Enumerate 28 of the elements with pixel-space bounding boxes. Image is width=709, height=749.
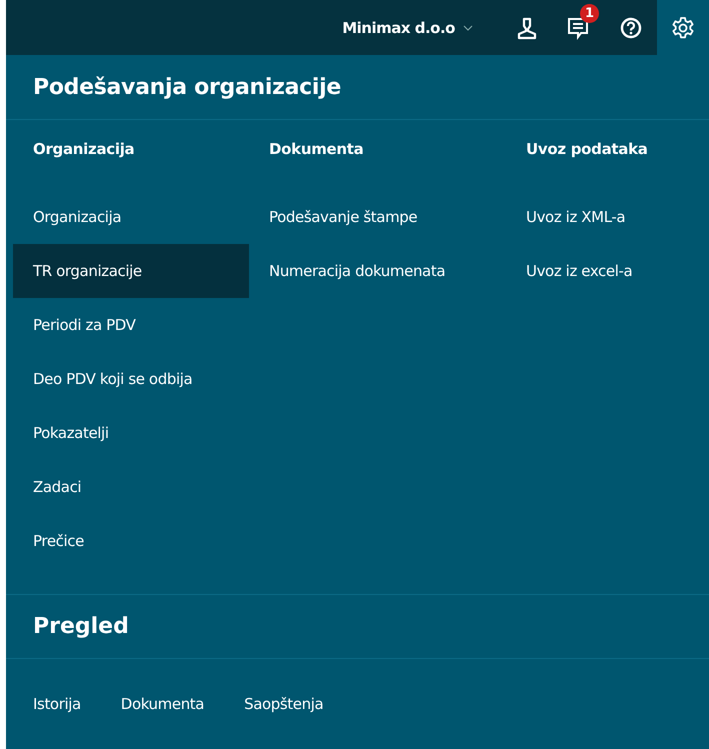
- menu-item[interactable]: Prečice: [13, 514, 249, 568]
- settings-button[interactable]: [657, 0, 709, 55]
- column-heading: Dokumenta: [268, 139, 364, 160]
- user-icon: [515, 16, 539, 40]
- chevron-icon: [463, 24, 473, 30]
- column-heading: Uvoz podataka: [525, 139, 649, 160]
- menu-item[interactable]: Deo PDV koji se odbija: [13, 352, 249, 406]
- section-title: Podešavanja organizacije: [6, 55, 709, 120]
- company-selector[interactable]: Minimax d.o.o: [342, 18, 473, 36]
- overview-link[interactable]: Saopštenja: [244, 695, 324, 713]
- notification-badge: 1: [580, 4, 599, 23]
- messages-button[interactable]: 1: [553, 0, 605, 55]
- menu-item[interactable]: TR organizacije: [13, 244, 249, 298]
- menu-item[interactable]: Podešavanje štampe: [249, 190, 506, 244]
- menu-item[interactable]: Zadaci: [13, 460, 249, 514]
- menu-item[interactable]: Uvoz iz XML-a: [506, 190, 686, 244]
- settings-icon: [671, 16, 695, 40]
- section-title: Pregled: [6, 595, 709, 659]
- menu-item[interactable]: Periodi za PDV: [13, 298, 249, 352]
- menu-item[interactable]: Pokazatelji: [13, 406, 249, 460]
- menu-item[interactable]: Organizacija: [13, 190, 249, 244]
- help-icon: [620, 16, 642, 38]
- menu-item[interactable]: Uvoz iz excel-a: [506, 244, 686, 298]
- menu-item[interactable]: Numeracija dokumenata: [249, 244, 506, 298]
- overview-link[interactable]: Istorija: [33, 695, 81, 713]
- overview-link[interactable]: Dokumenta: [120, 695, 204, 713]
- message-list-icon: [567, 16, 591, 40]
- column-heading: Organizacija: [32, 139, 136, 160]
